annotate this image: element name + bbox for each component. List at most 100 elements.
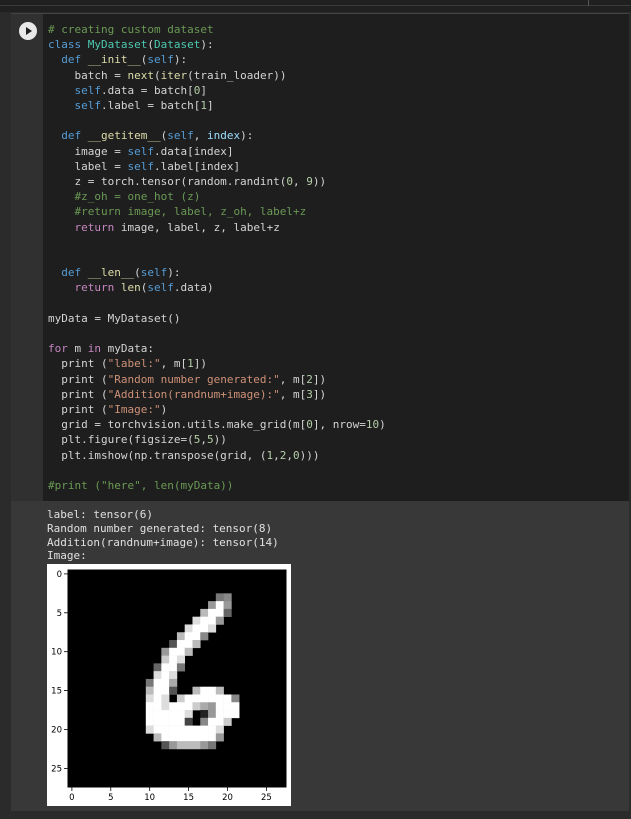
code-token: , m[ (279, 372, 307, 386)
code-line[interactable]: return image, label, z, label+z (48, 221, 280, 234)
code-line[interactable]: #return image, label, z_oh, label+z (48, 205, 307, 218)
code-line[interactable]: batch = next(iter(train_loader)) (48, 69, 286, 82)
code-line[interactable]: print ("Image:") (48, 403, 167, 416)
code-token: , m[ (160, 357, 188, 371)
code-cell[interactable]: # creating custom dataset class MyDatase… (11, 13, 629, 811)
code-line[interactable]: print ("Addition(randnum+image):", m[3]) (48, 388, 326, 401)
code-token: index (206, 129, 241, 143)
pixel (200, 733, 209, 742)
output-line-image: Image: (47, 549, 87, 563)
code-line[interactable]: def __getitem__(self, index): (48, 129, 253, 142)
code-line[interactable]: image = self.data[index] (48, 145, 233, 158)
code-token: MyDataset (87, 38, 148, 52)
code-line[interactable]: return len(self.data) (48, 281, 214, 294)
pixel (200, 717, 209, 726)
pixel (153, 671, 162, 680)
code-token: grid = torchvision.utils.make_grid(m[ (48, 418, 307, 432)
code-token: "Addition(randnum+image):" (107, 387, 280, 401)
x-tick-label: 20 (222, 793, 233, 803)
pixel (192, 741, 201, 750)
pixel (153, 663, 162, 672)
pixel (161, 686, 170, 695)
pixel (169, 663, 178, 672)
cell-output: label: tensor(6) Random number generated… (43, 502, 629, 811)
pixel (192, 694, 201, 703)
code-token: (train_loader)) (187, 68, 287, 82)
code-token: ] (206, 99, 214, 113)
output-line-addition: Addition(randnum+image): tensor(14) (47, 535, 279, 549)
pixel (176, 733, 185, 742)
code-token: image = (48, 144, 128, 158)
pixel (231, 702, 240, 711)
pixel (215, 608, 224, 617)
code-token: self (127, 159, 154, 173)
code-line[interactable]: for m in myData: (48, 342, 154, 355)
pixel (208, 741, 217, 750)
code-line[interactable]: def __len__(self): (48, 266, 180, 279)
pixel (153, 694, 162, 703)
pixel (153, 678, 162, 687)
code-line[interactable]: print ("label:", m[1]) (48, 357, 207, 370)
pixel (215, 601, 224, 610)
toolbar-divider (0, 5, 631, 6)
code-token: next (127, 68, 154, 82)
code-token: "Random number generated:" (107, 372, 280, 386)
y-tick-label: 5 (57, 609, 62, 619)
play-icon (26, 27, 32, 35)
code-token: myData: (101, 342, 154, 356)
code-line[interactable]: grid = torchvision.utils.make_grid(m[0],… (48, 418, 386, 431)
code-token: #z_oh = one_hot (z) (74, 190, 201, 204)
code-line[interactable]: plt.figure(figsize=(5,5)) (48, 433, 227, 446)
pixel (145, 702, 154, 711)
code-line[interactable]: self.data = batch[0] (48, 84, 207, 97)
code-line[interactable]: class MyDataset(Dataset): (48, 38, 214, 51)
code-token: )) (312, 175, 327, 189)
pixel (215, 702, 224, 711)
code-text[interactable]: # creating custom dataset class MyDatase… (48, 22, 386, 493)
code-token: print ( (48, 357, 108, 371)
code-token: z = torch.tensor(random.randint( (48, 175, 287, 189)
pixel (200, 725, 209, 734)
run-cell-button[interactable] (19, 22, 37, 40)
code-token: self (140, 266, 168, 280)
code-line[interactable]: # creating custom dataset (48, 23, 214, 36)
code-line[interactable]: def __init__(self): (48, 53, 187, 66)
pixel (200, 616, 209, 625)
pixel (169, 671, 178, 680)
pixel (169, 647, 178, 656)
code-token: ]) (193, 357, 207, 371)
pixel (223, 702, 232, 711)
pixel (184, 640, 193, 649)
code-line[interactable]: myData = MyDataset() (48, 312, 180, 325)
pixel (192, 725, 201, 734)
code-line[interactable]: #print ("here", len(myData)) (48, 479, 233, 492)
pixel (161, 655, 170, 664)
pixel (192, 640, 201, 649)
pixel (145, 725, 154, 734)
code-line[interactable]: plt.imshow(np.transpose(grid, (1,2,0))) (48, 449, 319, 462)
code-line[interactable]: print ("Random number generated:", m[2]) (48, 373, 326, 386)
x-tick-label: 5 (108, 793, 113, 803)
code-token: len (120, 281, 141, 295)
code-line[interactable]: label = self.label[index] (48, 160, 240, 173)
code-token: , m[ (279, 387, 307, 401)
pixel (176, 640, 185, 649)
code-line[interactable]: z = torch.tensor(random.randint(0, 9)) (48, 175, 326, 188)
code-token: ]) (312, 372, 327, 386)
pixel (200, 686, 209, 695)
pixel (184, 717, 193, 726)
code-token: 0 (306, 418, 313, 432)
code-token: "Image:" (107, 403, 161, 417)
code-token: 9 (306, 175, 313, 189)
code-line[interactable]: #z_oh = one_hot (z) (48, 190, 201, 204)
code-line[interactable]: self.label = batch[1] (48, 99, 214, 112)
code-editor[interactable]: # creating custom dataset class MyDatase… (43, 14, 629, 501)
matplotlib-figure: 0 0 5 5 10 10 15 15 20 20 25 25 (47, 564, 291, 806)
pixel (215, 694, 224, 703)
pixel (184, 632, 193, 641)
pixel (215, 725, 224, 734)
y-tick-label: 0 (57, 570, 62, 580)
bottom-edge (0, 811, 631, 819)
